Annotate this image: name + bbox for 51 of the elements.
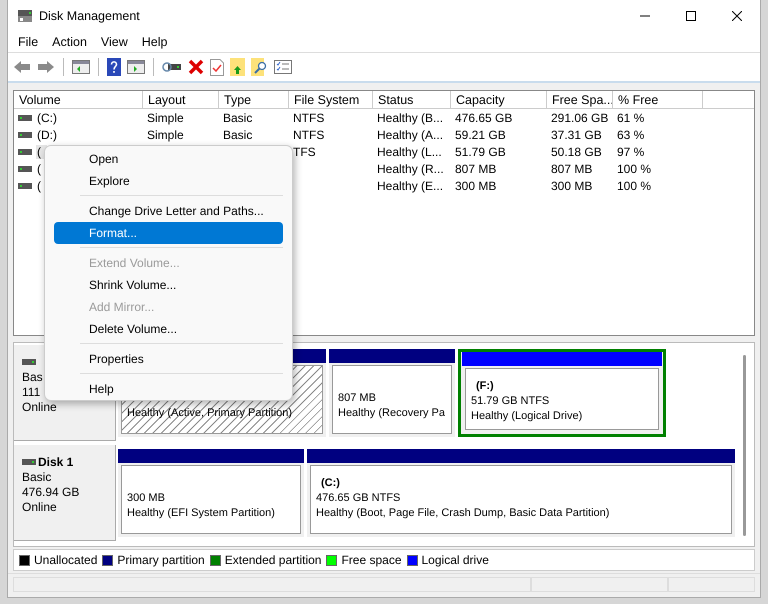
table-cell: 51.79 GB xyxy=(455,144,506,158)
table-cell: 63 % xyxy=(617,128,644,142)
partition-label: (C:) xyxy=(320,477,340,489)
table-cell: 61 % xyxy=(617,110,644,124)
table-cell: 59.21 GB xyxy=(455,128,506,142)
disk-info: Bas xyxy=(22,370,43,385)
legend-label: Primary partition xyxy=(117,553,205,567)
partition-size: 300 MB xyxy=(127,492,165,504)
table-cell: 37.31 GB xyxy=(551,128,602,142)
disk-info: Basic xyxy=(22,470,52,485)
table-cell: Simple xyxy=(147,110,184,124)
partition-status: Healthy (Logical Drive) xyxy=(471,410,582,422)
table-cell: NTFS xyxy=(293,128,324,142)
disk-info: Online xyxy=(22,400,57,415)
table-cell: Healthy (E... xyxy=(377,178,444,192)
partition-size: 807 MB xyxy=(338,392,376,404)
table-cell: Healthy (L... xyxy=(377,144,442,158)
legend-label: Logical drive xyxy=(422,553,489,567)
table-cell: 100 % xyxy=(617,178,652,192)
disk-name: Disk 1 xyxy=(38,455,74,469)
table-cell: Healthy (A... xyxy=(377,128,444,142)
partition-size: 51.79 GB NTFS xyxy=(471,395,550,407)
partition-status: Healthy (Active, Primary Partition) xyxy=(127,407,292,419)
disk-info: 111 xyxy=(22,385,40,400)
table-cell: 807 MB xyxy=(551,162,592,176)
partition-size: 476.65 GB NTFS xyxy=(316,492,400,504)
partition-status: Healthy (Recovery Pa xyxy=(338,407,445,419)
table-cell: Simple xyxy=(147,128,184,142)
table-cell: TFS xyxy=(293,144,316,158)
disk-info: Online xyxy=(22,500,57,515)
table-cell: Basic xyxy=(223,110,252,124)
table-cell: NTFS xyxy=(293,110,324,124)
partition-status: Healthy (EFI System Partition) xyxy=(127,507,275,519)
disk-info: 476.94 GB xyxy=(22,485,80,500)
table-cell: 291.06 GB xyxy=(551,110,608,124)
table-cell: 50.18 GB xyxy=(551,144,602,158)
table-cell: 807 MB xyxy=(455,162,496,176)
table-cell: Healthy (B... xyxy=(377,110,444,124)
table-cell: 300 MB xyxy=(455,178,496,192)
table-cell: 476.65 GB xyxy=(455,110,512,124)
window-title: Disk Management xyxy=(39,9,140,23)
table-cell: Healthy (R... xyxy=(377,162,444,176)
legend-label: Unallocated xyxy=(34,553,98,567)
partition-label: (F:) xyxy=(475,380,494,392)
partition-status: Healthy (Boot, Page File, Crash Dump, Basic Data Partition) xyxy=(316,507,610,519)
table-cell: Basic xyxy=(223,128,252,142)
table-cell: 97 % xyxy=(617,144,644,158)
table-cell: 100 % xyxy=(617,162,652,176)
legend-label: Free space xyxy=(341,553,402,567)
legend-label: Extended partition xyxy=(224,553,322,567)
table-cell: 300 MB xyxy=(551,178,592,192)
